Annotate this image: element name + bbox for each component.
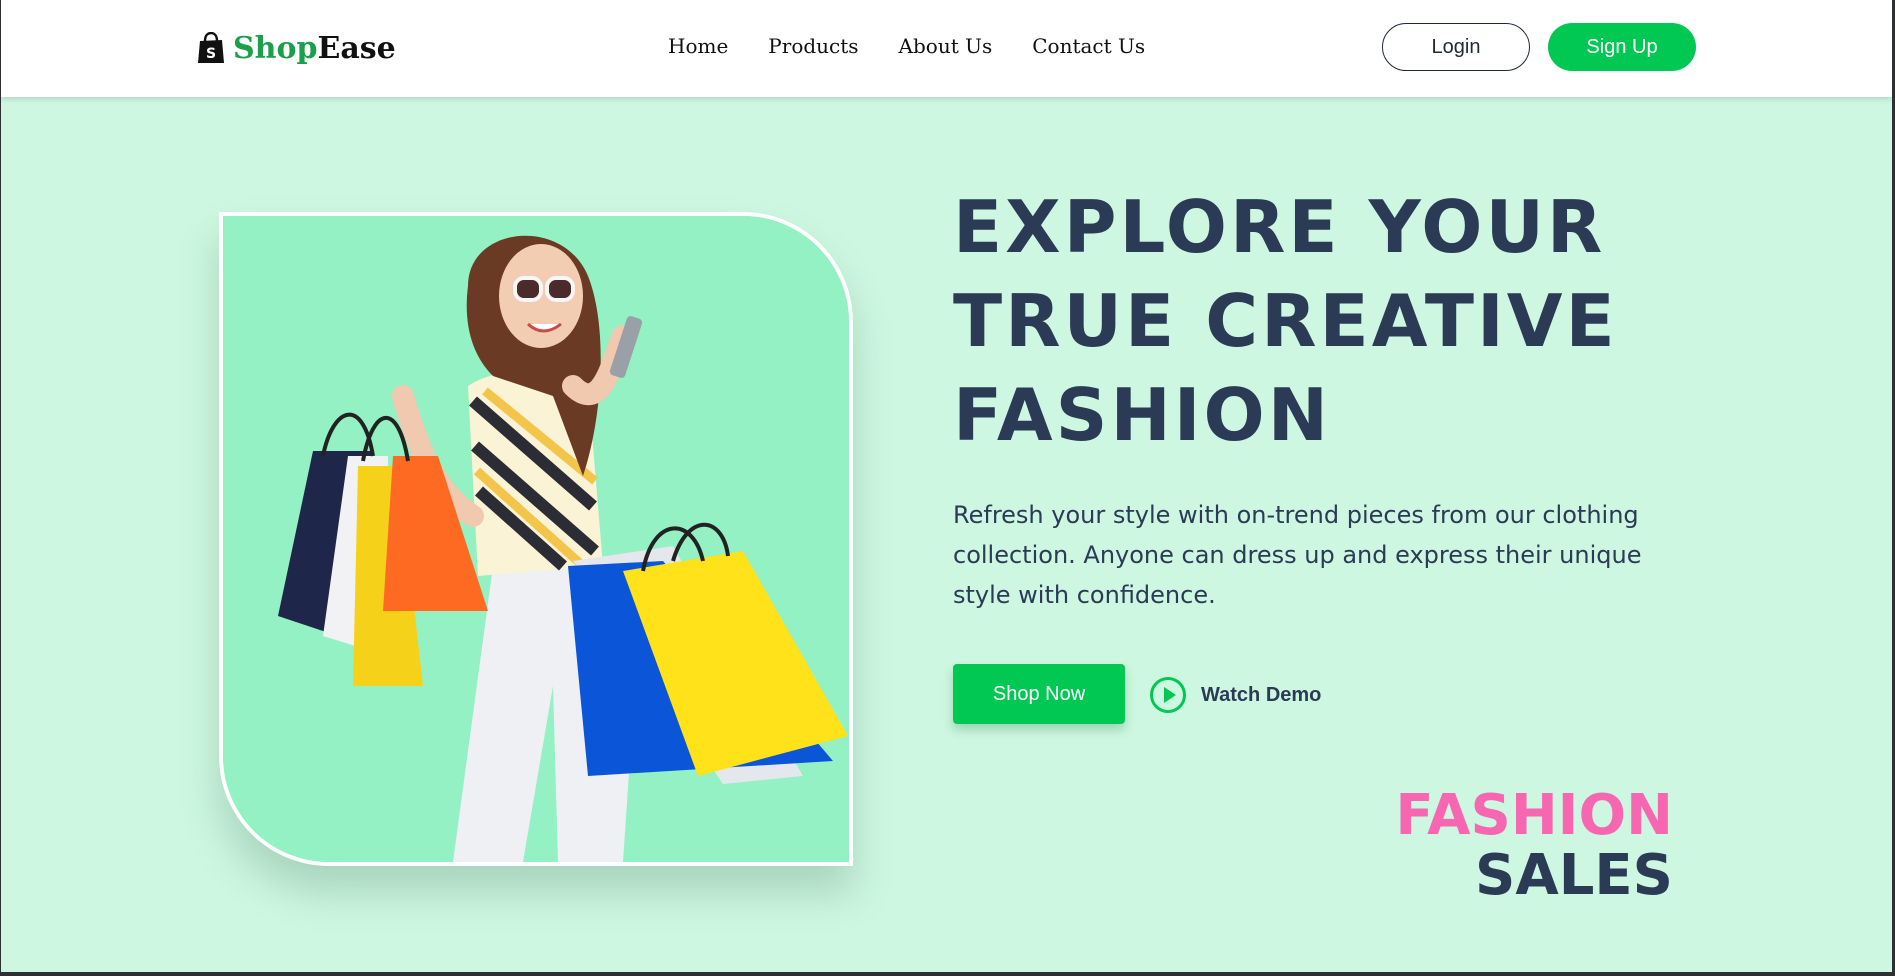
fashion-sales-promo: FASHION SALES <box>1301 786 1673 906</box>
signup-button[interactable]: Sign Up <box>1548 23 1696 71</box>
promo-line-2: SALES <box>1475 843 1673 908</box>
nav-about-us[interactable]: About Us <box>899 34 993 58</box>
brand-logo[interactable]: S ShopEase <box>197 28 396 68</box>
svg-text:S: S <box>206 46 216 62</box>
brand-name-part2: Ease <box>317 30 396 66</box>
watch-demo-label: Watch Demo <box>1201 683 1322 706</box>
headline-line-3: FASHION <box>953 373 1332 457</box>
site-header: S ShopEase Home Products About Us Contac… <box>1 0 1892 97</box>
watch-demo-button[interactable]: Watch Demo <box>1149 675 1321 715</box>
hero-headline: EXPLORE YOUR TRUE CREATIVE FASHION <box>953 180 1653 462</box>
headline-line-1: EXPLORE YOUR <box>953 185 1606 269</box>
nav-products[interactable]: Products <box>768 34 858 58</box>
shopping-woman-illustration <box>223 216 849 862</box>
brand-name-part1: Shop <box>233 30 318 66</box>
hero-description: Refresh your style with on-trend pieces … <box>953 501 1642 609</box>
shopping-bag-icon: S <box>198 32 224 63</box>
nav-contact-us[interactable]: Contact Us <box>1032 34 1145 58</box>
headline-line-2: TRUE CREATIVE <box>953 279 1618 363</box>
promo-line-1: FASHION <box>1395 783 1673 848</box>
shop-now-button[interactable]: Shop Now <box>953 664 1125 724</box>
main-nav: Home Products About Us Contact Us <box>668 34 1145 58</box>
hero-image <box>219 212 853 866</box>
play-circle-icon <box>1150 677 1186 713</box>
nav-home[interactable]: Home <box>668 34 728 58</box>
login-button[interactable]: Login <box>1382 23 1530 71</box>
page: S ShopEase Home Products About Us Contac… <box>1 0 1892 972</box>
